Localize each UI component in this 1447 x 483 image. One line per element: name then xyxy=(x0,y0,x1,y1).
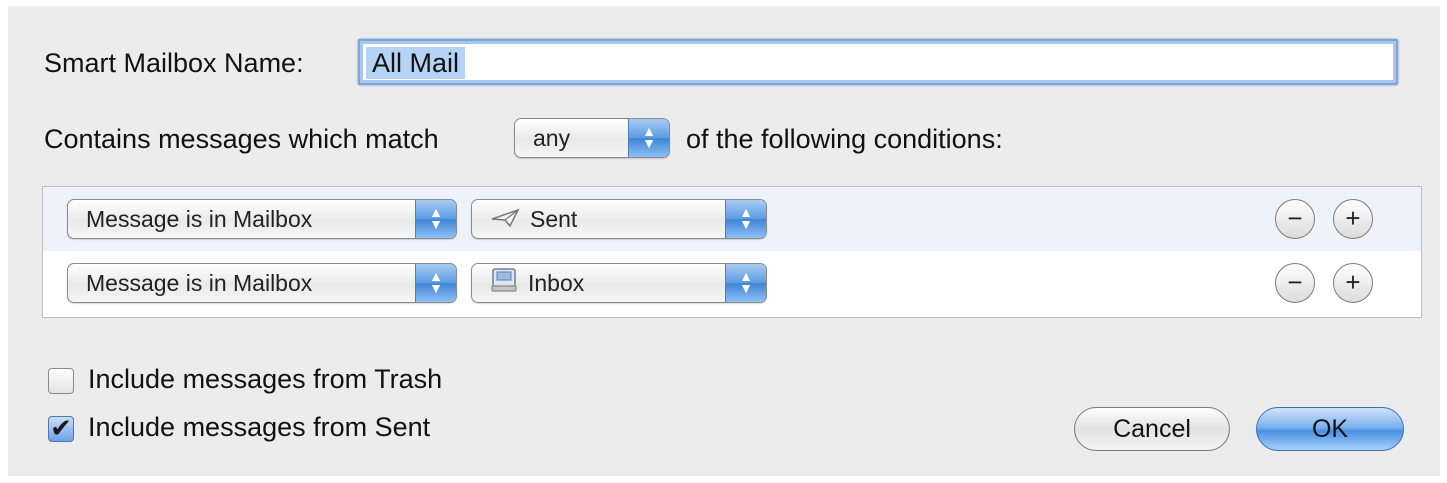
inbox-icon xyxy=(490,266,518,302)
mailbox-name-value: All Mail xyxy=(366,47,466,79)
popup-arrows-icon: ▲ ▼ xyxy=(628,119,669,157)
condition-mailbox-value: Sent xyxy=(530,206,578,232)
popup-arrows-icon: ▲ ▼ xyxy=(725,200,766,238)
smart-mailbox-dialog: Smart Mailbox Name: All Mail Contains me… xyxy=(8,6,1440,476)
include-sent-label: Include messages from Sent xyxy=(88,412,431,442)
sent-icon xyxy=(490,202,520,238)
match-prefix-label: Contains messages which match xyxy=(44,124,439,154)
remove-condition-button[interactable]: − xyxy=(1275,199,1315,239)
match-suffix-label: of the following conditions: xyxy=(686,124,1003,154)
checkmark-icon: ✔ xyxy=(50,413,72,443)
condition-field-value: Message is in Mailbox xyxy=(86,206,313,232)
popup-arrows-icon: ▲ ▼ xyxy=(415,200,456,238)
include-trash-checkbox[interactable] xyxy=(48,368,74,394)
condition-field-value: Message is in Mailbox xyxy=(86,270,313,296)
ok-button[interactable]: OK xyxy=(1256,407,1404,451)
match-popup-value: any xyxy=(533,125,571,151)
condition-mailbox-popup[interactable]: Inbox ▲ ▼ xyxy=(471,263,767,303)
condition-mailbox-popup[interactable]: Sent ▲ ▼ xyxy=(471,199,767,239)
mailbox-name-label: Smart Mailbox Name: xyxy=(44,48,304,78)
add-condition-button[interactable]: + xyxy=(1333,263,1373,303)
popup-arrows-icon: ▲ ▼ xyxy=(415,264,456,302)
include-sent-checkbox[interactable]: ✔ xyxy=(48,413,74,443)
popup-arrows-icon: ▲ ▼ xyxy=(725,264,766,302)
include-trash-label: Include messages from Trash xyxy=(88,364,443,394)
match-popup[interactable]: any ▲ ▼ xyxy=(514,118,670,158)
add-condition-button[interactable]: + xyxy=(1333,199,1373,239)
cancel-button[interactable]: Cancel xyxy=(1074,407,1230,451)
condition-field-popup[interactable]: Message is in Mailbox ▲ ▼ xyxy=(67,263,457,303)
condition-mailbox-value: Inbox xyxy=(528,270,585,296)
condition-field-popup[interactable]: Message is in Mailbox ▲ ▼ xyxy=(67,199,457,239)
condition-row: Message is in Mailbox ▲ ▼ Inbox ▲ ▼ − + xyxy=(43,251,1421,315)
remove-condition-button[interactable]: − xyxy=(1275,263,1315,303)
mailbox-name-input[interactable]: All Mail xyxy=(358,39,1398,85)
condition-row: Message is in Mailbox ▲ ▼ Sent ▲ ▼ − + xyxy=(43,187,1421,251)
conditions-list: Message is in Mailbox ▲ ▼ Sent ▲ ▼ − + M… xyxy=(42,186,1422,318)
